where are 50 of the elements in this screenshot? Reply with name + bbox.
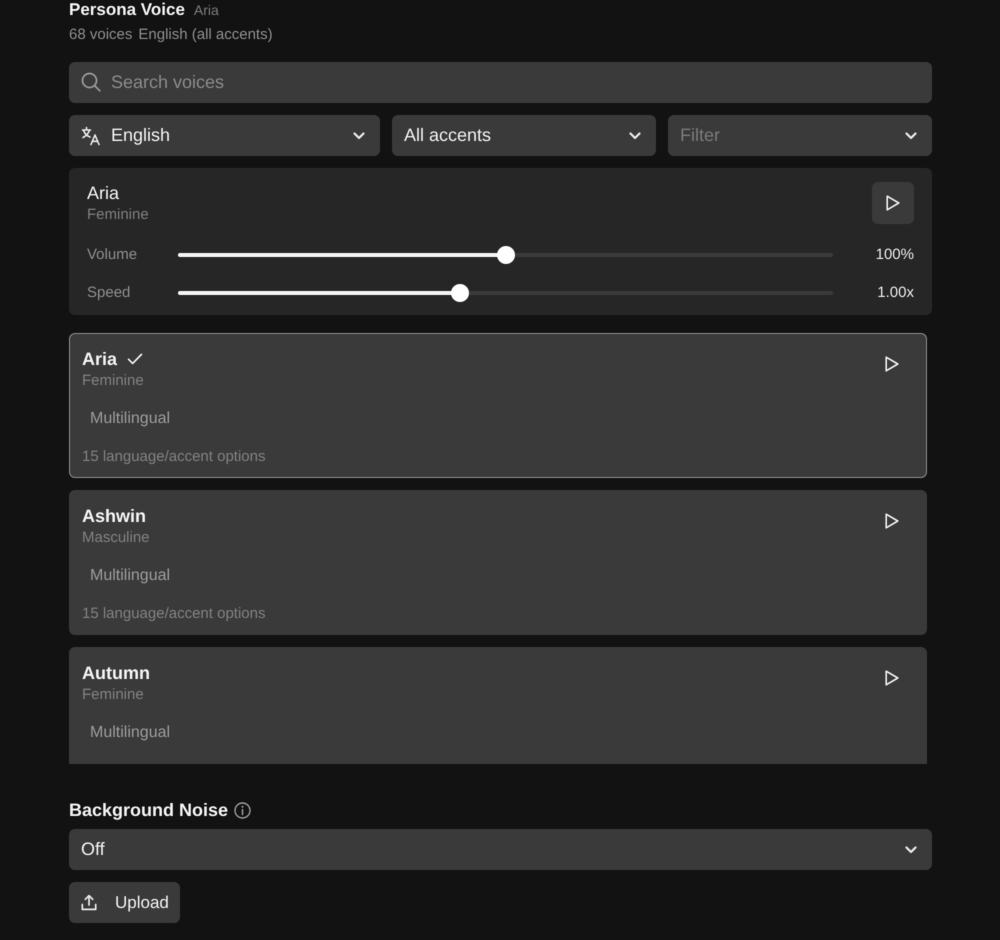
upload-button[interactable]: Upload: [69, 882, 180, 923]
accent-options-count: 15 language/accent options: [82, 447, 266, 467]
section-title: Background Noise: [69, 799, 228, 822]
play-icon: [886, 195, 900, 211]
chevron-down-icon: [905, 132, 917, 140]
voice-name: Aria: [82, 348, 118, 371]
slider-thumb[interactable]: [450, 284, 469, 302]
slider-thumb[interactable]: [496, 246, 514, 264]
accent-options-count: 15 language/accent options: [82, 604, 266, 624]
language-summary: English (all accents): [138, 25, 273, 45]
language-tag: Multilingual: [82, 405, 178, 433]
voice-gender: Masculine: [82, 528, 150, 548]
slider-label: Speed: [87, 282, 132, 303]
play-button[interactable]: [884, 669, 900, 687]
voice-name: Aria: [87, 182, 120, 205]
voice-card[interactable]: Aria Feminine Multilingual 15 language/accent options: [69, 333, 927, 478]
voice-gender: Feminine: [82, 371, 144, 391]
play-button[interactable]: [884, 355, 900, 373]
section-title: Persona Voice: [69, 0, 185, 20]
voice-card[interactable]: Autumn Feminine Multilingual: [69, 647, 927, 764]
voice-count: 68 voices: [69, 25, 132, 45]
slider[interactable]: [178, 284, 833, 302]
voice-card[interactable]: Ashwin Masculine Multilingual 15 language/accent options: [69, 490, 927, 635]
language-tag: Multilingual: [82, 562, 178, 590]
search-icon: [81, 72, 101, 92]
play-icon: [885, 670, 899, 686]
noise-dropdown[interactable]: Off: [69, 829, 932, 870]
search-field[interactable]: Search voices: [69, 62, 932, 103]
chevron-down-icon: [905, 846, 917, 854]
voice-gender: Feminine: [87, 205, 149, 225]
voice-name: Autumn: [82, 662, 150, 685]
info-icon: [234, 802, 252, 818]
slider-value: 100%: [874, 244, 914, 265]
voice-name: Ashwin: [82, 505, 146, 528]
play-icon: [885, 513, 899, 529]
chevron-down-icon: [629, 132, 641, 140]
language-tag: Multilingual: [82, 719, 178, 747]
play-button[interactable]: [872, 182, 914, 224]
slider-value: 1.00x: [876, 282, 914, 303]
slider[interactable]: [178, 246, 833, 264]
upload-icon: [81, 894, 97, 911]
slider-label: Volume: [87, 244, 138, 265]
voice-gender: Feminine: [82, 685, 144, 705]
play-icon: [885, 356, 899, 372]
translate-icon: [81, 126, 101, 146]
chevron-down-icon: [353, 132, 365, 140]
filter-dropdown[interactable]: All accents: [392, 115, 656, 156]
language-dropdown[interactable]: English: [69, 115, 380, 156]
selected-voice-label: Aria: [194, 1, 219, 20]
play-button[interactable]: [884, 512, 900, 530]
